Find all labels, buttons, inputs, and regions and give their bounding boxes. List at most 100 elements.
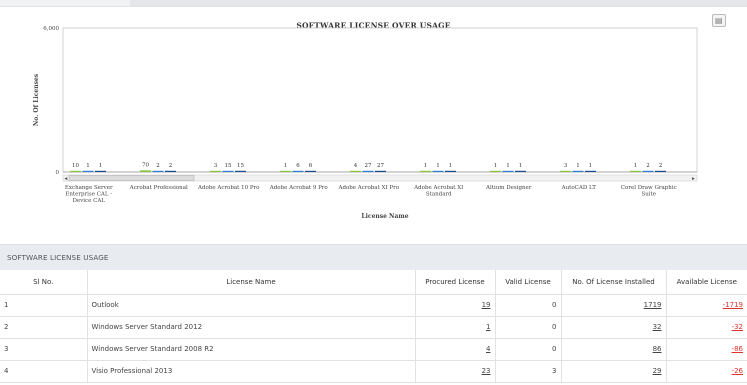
chart-bars (70, 170, 666, 172)
bar-data-label: 27 (377, 163, 384, 169)
chart-bar (152, 170, 164, 172)
chart-bar (350, 170, 361, 172)
chart-bar (70, 170, 81, 172)
cell-license-name: Windows Server Standard 2008 R2 (87, 338, 416, 361)
procured-license-link[interactable]: 19 (482, 301, 491, 309)
table-row: 4 Visio Professional 2013 23 3 29 -26 (0, 360, 747, 383)
chart-bar (362, 170, 374, 172)
bar-data-label: 1 (436, 163, 440, 169)
bar-data-label: 1 (86, 163, 90, 169)
cell-procured-license: 1 (415, 316, 496, 339)
chart-bar (572, 170, 584, 172)
table-header-row: Sl No. License Name Procured License Val… (0, 270, 747, 295)
bar-data-label: 2 (659, 163, 663, 169)
chart-bar (560, 170, 571, 172)
x-tick-label: Acrobat Professional (129, 185, 188, 191)
column-header-sl-no[interactable]: Sl No. (0, 270, 88, 295)
chart-bar (420, 170, 431, 172)
bar-data-label: 10 (72, 163, 79, 169)
bar-chart: 6,0000No. Of LicensesLicense Name◂ ▸ 10 1 1… (33, 26, 698, 220)
bar-data-label: 1 (424, 163, 428, 169)
procured-license-link[interactable]: 1 (486, 323, 490, 331)
chart-bar (210, 170, 221, 172)
bar-data-label: 1 (576, 163, 580, 169)
license-usage-section: SOFTWARE LICENSE USAGE Sl No. License Na… (0, 244, 747, 385)
x-tick-label: Device CAL (73, 198, 106, 204)
column-header-valid-license[interactable]: Valid License (495, 270, 562, 295)
column-header-available-license[interactable]: Available License (666, 270, 747, 295)
bar-data-label: 1 (449, 163, 453, 169)
available-license-link[interactable]: -1719 (723, 301, 743, 309)
chart-bar (642, 170, 654, 172)
procured-license-link[interactable]: 23 (482, 367, 491, 375)
bar-data-label: 1 (494, 163, 498, 169)
cell-valid-license: 3 (495, 360, 562, 383)
available-license-link[interactable]: -26 (732, 367, 743, 375)
cell-sl-no: 1 (0, 294, 88, 317)
chart-bar (630, 170, 641, 172)
cell-license-name: Visio Professional 2013 (87, 360, 416, 383)
column-header-procured-license[interactable]: Procured License (415, 270, 496, 295)
chart-bar (585, 170, 596, 172)
column-header-license-name[interactable]: License Name (87, 270, 416, 295)
column-header-installed-license[interactable]: No. Of License Installed (561, 270, 667, 295)
chart-bar (95, 170, 106, 172)
y-tick-label: 6,000 (43, 26, 59, 32)
x-tick-label: Exchange Server (65, 185, 113, 191)
chart-bar (445, 170, 456, 172)
chart-bar (82, 170, 94, 172)
cell-sl-no: 4 (0, 360, 88, 383)
x-tick-label: AutoCAD LT (561, 185, 597, 191)
chart-bar (235, 170, 246, 172)
bar-data-label: 1 (519, 163, 523, 169)
bar-data-label: 3 (564, 163, 568, 169)
table-row: 2 Windows Server Standard 2012 1 0 32 -3… (0, 316, 747, 339)
bar-data-label: 6 (309, 163, 313, 169)
available-license-link[interactable]: -86 (732, 345, 743, 353)
bar-data-label: 1 (99, 163, 103, 169)
cell-sl-no: 2 (0, 316, 88, 339)
x-tick-label: Adobe Acrobat 9 Pro (269, 185, 329, 191)
x-tick-label: Altium Designer (485, 185, 532, 191)
cell-valid-license: 0 (495, 316, 562, 339)
chart-bar (432, 170, 444, 172)
chart-bar (165, 170, 176, 172)
installed-license-link[interactable]: 86 (653, 345, 662, 353)
license-usage-table: Sl No. License Name Procured License Val… (0, 270, 747, 383)
chart-bar (222, 170, 234, 172)
scroll-left-arrow: ◂ (65, 176, 68, 182)
installed-license-link[interactable]: 32 (653, 323, 662, 331)
installed-license-link[interactable]: 1719 (644, 301, 662, 309)
procured-license-link[interactable]: 4 (486, 345, 490, 353)
chart-bar (140, 170, 151, 172)
cell-license-name: Windows Server Standard 2012 (87, 316, 416, 339)
x-tick-label: Adobe Acrobat XI (413, 185, 463, 191)
chart-bar (305, 170, 316, 172)
y-tick-label: 0 (56, 170, 60, 176)
x-tick-label: Standard (426, 192, 452, 198)
chart-bar (490, 170, 501, 172)
cell-available-license: -86 (666, 338, 747, 361)
bar-data-label: 1 (634, 163, 638, 169)
chart-scrollbar-thumb (68, 175, 195, 181)
x-axis-title: License Name (361, 213, 408, 220)
cell-available-license: -26 (666, 360, 747, 383)
bar-data-label: 70 (142, 162, 149, 168)
available-license-link[interactable]: -32 (732, 323, 743, 331)
cell-valid-license: 0 (495, 294, 562, 317)
chart-bar (515, 170, 526, 172)
bar-data-label: 27 (365, 163, 372, 169)
plot-frame (62, 27, 698, 173)
bar-data-label: 1 (506, 163, 510, 169)
chart-labels: 10 1 1 Exchange ServerEnterprise CAL -Devic… (65, 162, 677, 204)
cell-license-name: Outlook (87, 294, 416, 317)
x-tick-label: Suite (641, 192, 656, 198)
cell-installed-license: 86 (561, 338, 667, 361)
chart-bar (280, 170, 291, 172)
installed-license-link[interactable]: 29 (653, 367, 662, 375)
bar-data-label: 6 (296, 163, 300, 169)
bar-data-label: 15 (225, 163, 232, 169)
table-row: 3 Windows Server Standard 2008 R2 4 0 86… (0, 338, 747, 361)
cell-available-license: -1719 (666, 294, 747, 317)
bar-data-label: 2 (646, 163, 650, 169)
